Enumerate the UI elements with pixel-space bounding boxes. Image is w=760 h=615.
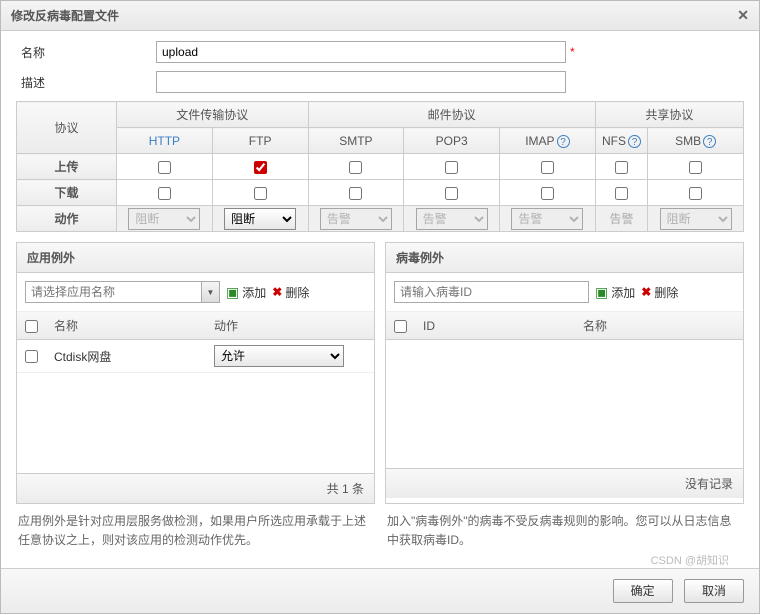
desc-label: 描述	[16, 74, 156, 91]
name-input[interactable]	[156, 41, 566, 63]
app-del-button[interactable]: ✖删除	[272, 284, 309, 301]
action-smtp-select: 告警	[320, 208, 392, 230]
app-name-combo[interactable]: ▼	[25, 281, 220, 303]
app-col-name: 名称	[46, 312, 206, 340]
virus-exception-panel: 病毒例外 ▣添加 ✖删除 ID 名称 没有记录	[385, 242, 744, 504]
titlebar: 修改反病毒配置文件 ✕	[1, 1, 759, 31]
action-nfs-label: 告警	[595, 206, 647, 232]
dl-smb-check[interactable]	[689, 187, 702, 200]
virus-col-id: ID	[415, 312, 575, 340]
col-nfs: NFS?	[595, 128, 647, 154]
upload-nfs-check[interactable]	[615, 161, 628, 174]
desc-input[interactable]	[156, 71, 566, 93]
delete-icon: ✖	[272, 285, 282, 299]
ok-button[interactable]: 确定	[613, 579, 673, 603]
virus-pager: 没有记录	[386, 468, 743, 498]
app-ex-grid: 名称 动作 Ctdisk网盘 允许	[17, 312, 374, 373]
add-icon: ▣	[226, 284, 239, 301]
row-action: 动作	[17, 206, 117, 232]
virus-ex-grid: ID 名称	[386, 312, 743, 340]
app-col-action: 动作	[206, 312, 374, 340]
col-imap: IMAP?	[500, 128, 596, 154]
table-row[interactable]: Ctdisk网盘 允许	[17, 340, 374, 373]
dl-ftp-check[interactable]	[254, 187, 267, 200]
group-mail: 邮件协议	[308, 102, 595, 128]
name-label: 名称	[16, 44, 156, 61]
action-ftp-select[interactable]: 阻断	[224, 208, 296, 230]
chevron-down-icon[interactable]: ▼	[201, 282, 219, 302]
app-row1-name: Ctdisk网盘	[46, 340, 206, 373]
app-add-button[interactable]: ▣添加	[226, 284, 266, 301]
col-ftp: FTP	[212, 128, 308, 154]
upload-ftp-check[interactable]	[254, 161, 267, 174]
app-ex-hint: 应用例外是针对应用层服务做检测，如果用户所选应用承载于上述任意协议之上，则对该应…	[16, 504, 375, 558]
delete-icon: ✖	[641, 285, 651, 299]
group-share: 共享协议	[595, 102, 743, 128]
dl-nfs-check[interactable]	[615, 187, 628, 200]
dl-pop3-check[interactable]	[445, 187, 458, 200]
upload-smtp-check[interactable]	[349, 161, 362, 174]
help-icon[interactable]: ?	[628, 135, 641, 148]
virus-id-input[interactable]	[395, 282, 588, 302]
app-pager: 共 1 条	[17, 473, 374, 503]
group-file: 文件传输协议	[117, 102, 309, 128]
upload-smb-check[interactable]	[689, 161, 702, 174]
app-name-input[interactable]	[26, 282, 201, 302]
virus-id-field[interactable]	[394, 281, 589, 303]
col-smtp: SMTP	[308, 128, 404, 154]
app-row1-action-select[interactable]: 允许	[214, 345, 344, 367]
upload-http-check[interactable]	[158, 161, 171, 174]
row-download: 下载	[17, 180, 117, 206]
dl-imap-check[interactable]	[541, 187, 554, 200]
virus-ex-hint: 加入"病毒例外"的病毒不受反病毒规则的影响。您可以从日志信息中获取病毒ID。	[385, 504, 744, 558]
col-smb: SMB?	[648, 128, 744, 154]
window-title: 修改反病毒配置文件	[11, 7, 119, 24]
action-imap-select: 告警	[511, 208, 583, 230]
app-checkall[interactable]	[25, 320, 38, 333]
dl-smtp-check[interactable]	[349, 187, 362, 200]
protocol-table: 协议 文件传输协议 邮件协议 共享协议 HTTP FTP SMTP POP3 I…	[16, 101, 744, 232]
col-pop3: POP3	[404, 128, 500, 154]
upload-imap-check[interactable]	[541, 161, 554, 174]
dl-http-check[interactable]	[158, 187, 171, 200]
action-http-select: 阻断	[128, 208, 200, 230]
action-pop3-select: 告警	[416, 208, 488, 230]
virus-col-name: 名称	[575, 312, 743, 340]
virus-del-button[interactable]: ✖删除	[641, 284, 678, 301]
cancel-button[interactable]: 取消	[684, 579, 744, 603]
row-upload: 上传	[17, 154, 117, 180]
help-icon[interactable]: ?	[703, 135, 716, 148]
close-icon[interactable]: ✕	[737, 7, 749, 24]
help-icon[interactable]: ?	[557, 135, 570, 148]
action-smb-select: 阻断	[660, 208, 732, 230]
upload-pop3-check[interactable]	[445, 161, 458, 174]
virus-ex-title: 病毒例外	[386, 243, 743, 273]
col-http: HTTP	[117, 128, 213, 154]
col-protocol: 协议	[17, 102, 117, 154]
virus-add-button[interactable]: ▣添加	[595, 284, 635, 301]
app-row1-check[interactable]	[25, 350, 38, 363]
add-icon: ▣	[595, 284, 608, 301]
dialog-footer: 确定 取消	[1, 568, 759, 613]
required-mark: *	[570, 45, 575, 59]
app-ex-title: 应用例外	[17, 243, 374, 273]
app-exception-panel: 应用例外 ▼ ▣添加 ✖删除 名称 动作	[16, 242, 375, 504]
virus-checkall[interactable]	[394, 320, 407, 333]
